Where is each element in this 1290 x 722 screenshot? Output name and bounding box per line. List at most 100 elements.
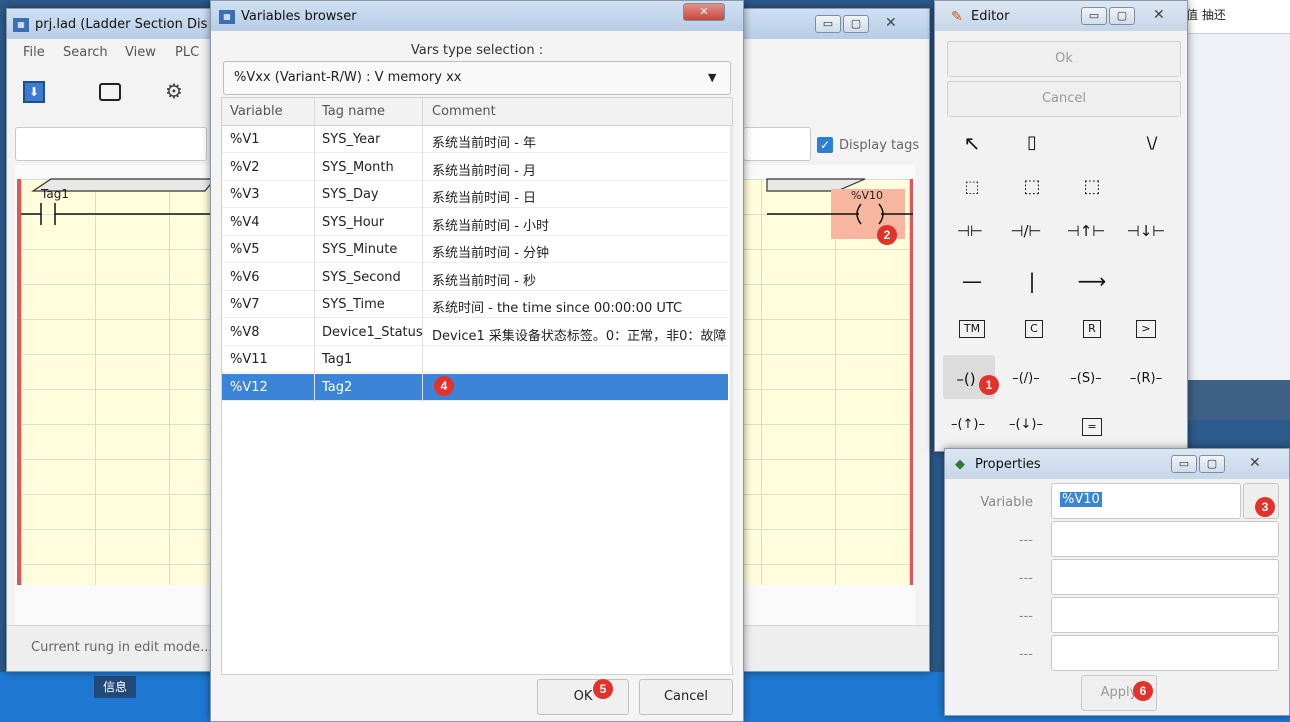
row-variable: %V1 xyxy=(230,132,260,147)
vars-scrollbar[interactable] xyxy=(730,126,733,666)
property-field-2[interactable] xyxy=(1051,521,1279,557)
download-icon[interactable]: ⬇ xyxy=(23,81,45,103)
menu-file[interactable]: File xyxy=(23,45,45,60)
compare-block-icon[interactable]: > xyxy=(1119,307,1173,347)
vars-window-title: Variables browser xyxy=(241,9,357,24)
vertical-line-icon[interactable]: | xyxy=(1005,261,1059,301)
properties-maximize-button[interactable]: ▢ xyxy=(1199,455,1225,473)
table-row[interactable]: %V3 SYS_Day 系统当前时间 - 日 xyxy=(222,181,728,208)
vars-titlebar: ▦ Variables browser ✕ xyxy=(211,1,743,31)
column-tag-name[interactable]: Tag name xyxy=(322,104,385,119)
close-icon[interactable]: ✕ xyxy=(885,15,897,31)
row-variable: %V12 xyxy=(230,379,268,395)
pointer-tool-icon[interactable]: ↖ xyxy=(945,123,999,163)
column-divider xyxy=(422,126,423,402)
properties-titlebar: ◆ Properties ▭ ▢ ✕ xyxy=(945,449,1289,479)
table-row[interactable]: %V6 SYS_Second 系统当前时间 - 秒 xyxy=(222,264,728,291)
properties-window: ◆ Properties ▭ ▢ ✕ Variable %V10 3 --- -… xyxy=(944,448,1290,716)
table-row[interactable]: %V4 SYS_Hour 系统当前时间 - 小时 xyxy=(222,209,728,236)
variable-field[interactable]: %V10 xyxy=(1051,483,1241,519)
counter-block-icon[interactable]: C xyxy=(1007,307,1061,347)
coil-negated-icon[interactable]: –(/)– xyxy=(999,359,1053,399)
eraser-tool-icon[interactable]: ▯ xyxy=(1005,123,1059,163)
table-row[interactable]: %V7 SYS_Time 系统时间 - the time since 00:00:0… xyxy=(222,291,728,318)
menu-search[interactable]: Search xyxy=(63,45,108,60)
editor-cancel-button[interactable]: Cancel xyxy=(947,81,1181,117)
vars-type-select[interactable]: %Vxx (Variant-R/W) : V memory xx ▼ xyxy=(223,61,731,95)
property-field-4[interactable] xyxy=(1051,597,1279,633)
vars-ok-button[interactable]: OK xyxy=(537,679,629,715)
menu-view[interactable]: View xyxy=(125,45,156,60)
timer-block-icon[interactable]: TM xyxy=(945,307,999,347)
row-variable: %V4 xyxy=(230,214,260,230)
contact-falling-icon[interactable]: ⊣↓⊢ xyxy=(1119,211,1173,251)
coil-jump-icon[interactable]: –(↑)– xyxy=(941,405,995,445)
table-row[interactable]: %V5 SYS_Minute 系统当前时间 - 分钟 xyxy=(222,236,728,263)
editor-window: ✎ Editor ▭ ▢ ✕ Ok Cancel ↖ ▯ \/ ⬚ ⬚ ⬚ ⊣⊢… xyxy=(934,0,1188,452)
column-comment[interactable]: Comment xyxy=(432,104,496,119)
table-row[interactable]: %V1 SYS_Year 系统当前时间 - 年 xyxy=(222,126,728,153)
app-icon: ▦ xyxy=(219,10,235,24)
editor-ok-button[interactable]: Ok xyxy=(947,41,1181,77)
column-variable[interactable]: Variable xyxy=(230,104,283,119)
editor-minimize-button[interactable]: ▭ xyxy=(1081,7,1107,25)
chevron-down-icon: ▼ xyxy=(708,71,717,84)
menu-plc[interactable]: PLC xyxy=(175,45,199,60)
vars-ok-label: OK xyxy=(573,689,593,704)
print-icon[interactable] xyxy=(99,83,121,101)
main-window-title: prj.lad (Ladder Section Dis xyxy=(35,17,208,32)
coil-icon[interactable] xyxy=(767,201,917,227)
contact-tag-label: Tag1 xyxy=(41,187,69,201)
taskbar-item[interactable]: 信息 xyxy=(94,676,136,698)
row-comment: 系统时间 - the time since 00:00:00 UTC xyxy=(432,301,683,316)
step-marker-4: 4 xyxy=(434,376,454,396)
coil-reset-icon[interactable]: –(R)– xyxy=(1119,359,1173,399)
contact-rising-icon[interactable]: ⊣↑⊢ xyxy=(1059,211,1113,251)
editor-maximize-button[interactable]: ▢ xyxy=(1109,7,1135,25)
table-row[interactable]: %V12 Tag2 xyxy=(222,373,728,401)
row-comment: 系统当前时间 - 分钟 xyxy=(432,246,549,261)
variable-field-value: %V10 xyxy=(1060,492,1102,507)
property-field-3[interactable] xyxy=(1051,559,1279,595)
variable-label: Variable xyxy=(980,495,1033,510)
register-block-icon[interactable]: R xyxy=(1065,307,1119,347)
properties-close-icon[interactable]: ✕ xyxy=(1249,455,1261,471)
contact-icon[interactable] xyxy=(19,201,219,227)
property-field-5[interactable] xyxy=(1051,635,1279,671)
step-marker-1: 1 xyxy=(979,375,999,395)
contact-no-icon[interactable]: ⊣⊢ xyxy=(943,211,997,251)
row-tag-name: SYS_Day xyxy=(322,187,379,202)
operate-block-icon[interactable]: = xyxy=(1065,405,1119,445)
arrow-line-icon[interactable]: ⟶ xyxy=(1065,261,1119,301)
select-area-icon[interactable]: ⬚ xyxy=(945,167,999,207)
property-label-3: --- xyxy=(1018,571,1033,586)
connect-tool-icon[interactable]: \/ xyxy=(1125,123,1179,163)
vars-type-selected: %Vxx (Variant-R/W) : V memory xx xyxy=(234,70,462,85)
properties-minimize-button[interactable]: ▭ xyxy=(1171,455,1197,473)
select-rung-icon[interactable]: ⬚ xyxy=(1005,167,1059,207)
table-row[interactable]: %V8 Device1_Status Device1 采集设备状态标签。0：正常，非… xyxy=(222,319,728,346)
display-tags-checkbox[interactable]: ✓ xyxy=(817,137,833,153)
editor-close-icon[interactable]: ✕ xyxy=(1153,7,1165,23)
coil-call-icon[interactable]: –(↓)– xyxy=(999,405,1053,445)
table-row[interactable]: %V11 Tag1 xyxy=(222,346,728,373)
settings-icon[interactable]: ⚙ xyxy=(165,79,183,103)
row-variable: %V2 xyxy=(230,159,260,175)
properties-icon: ◆ xyxy=(955,457,965,472)
select-element-icon[interactable]: ⬚ xyxy=(1065,167,1119,207)
horizontal-line-icon[interactable]: — xyxy=(945,261,999,301)
rung-tab-right[interactable] xyxy=(743,127,811,161)
editor-titlebar: ✎ Editor ▭ ▢ ✕ xyxy=(935,1,1187,31)
contact-nc-icon[interactable]: ⊣/⊢ xyxy=(999,211,1053,251)
row-variable: %V5 xyxy=(230,242,260,257)
vars-close-button[interactable]: ✕ xyxy=(683,3,725,21)
coil-set-icon[interactable]: –(S)– xyxy=(1059,359,1113,399)
vars-cancel-button[interactable]: Cancel xyxy=(639,679,733,715)
minimize-button[interactable]: ▭ xyxy=(815,15,841,33)
maximize-button[interactable]: ▢ xyxy=(843,15,869,33)
apply-label: Apply xyxy=(1100,685,1138,700)
row-variable: %V3 xyxy=(230,187,260,202)
rung-tab-left[interactable] xyxy=(15,127,207,161)
table-row[interactable]: %V2 SYS_Month 系统当前时间 - 月 xyxy=(222,154,728,181)
display-tags-label: Display tags xyxy=(839,138,920,153)
